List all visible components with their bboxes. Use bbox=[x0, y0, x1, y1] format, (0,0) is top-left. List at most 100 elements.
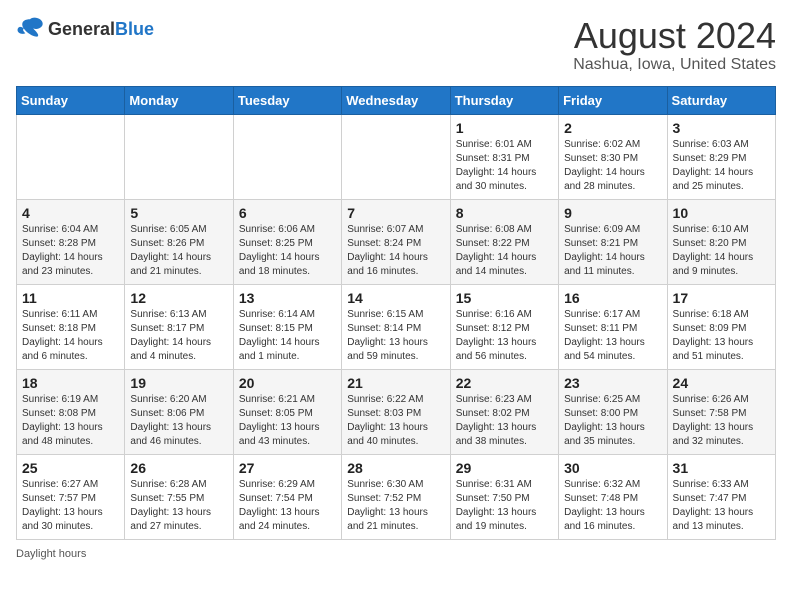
calendar-cell: 20 Sunrise: 6:21 AMSunset: 8:05 PMDayligh… bbox=[233, 369, 341, 454]
calendar-cell: 5Sunrise: 6:05 AMSunset: 8:26 PMDaylight… bbox=[125, 199, 233, 284]
calendar-cell: 26 Sunrise: 6:28 AMSunset: 7:55 PMDayligh… bbox=[125, 454, 233, 539]
day-number: 9 bbox=[564, 205, 661, 221]
calendar-cell: 8Sunrise: 6:08 AMSunset: 8:22 PMDaylight… bbox=[450, 199, 558, 284]
day-info: Sunrise: 6:11 AMSunset: 8:18 PMDaylight:… bbox=[22, 308, 119, 364]
calendar-cell: 6Sunrise: 6:06 AMSunset: 8:25 PMDaylight… bbox=[233, 199, 341, 284]
title-area: August 2024 Nashua, Iowa, United States bbox=[573, 16, 776, 74]
day-info: Sunrise: 6:07 AMSunset: 8:24 PMDaylight:… bbox=[347, 223, 444, 279]
calendar-cell: 18 Sunrise: 6:19 AMSunset: 8:08 PMDayligh… bbox=[17, 369, 125, 454]
calendar-cell: 15 Sunrise: 6:16 AMSunset: 8:12 PMDayligh… bbox=[450, 284, 558, 369]
day-info: Sunrise: 6:32 AMSunset: 7:48 PMDaylight:… bbox=[564, 478, 661, 534]
calendar-cell bbox=[342, 114, 450, 199]
calendar-cell: 10 Sunrise: 6:10 AMSunset: 8:20 PMDayligh… bbox=[667, 199, 775, 284]
day-number: 29 bbox=[456, 460, 553, 476]
header: GeneralBlue August 2024 Nashua, Iowa, Un… bbox=[16, 16, 776, 74]
day-info: Sunrise: 6:20 AMSunset: 8:06 PMDaylight:… bbox=[130, 393, 227, 449]
day-info: Sunrise: 6:03 AMSunset: 8:29 PMDaylight:… bbox=[673, 138, 770, 194]
calendar-week-3: 11 Sunrise: 6:11 AMSunset: 8:18 PMDayligh… bbox=[17, 284, 776, 369]
calendar-cell: 30Sunrise: 6:32 AMSunset: 7:48 PMDayligh… bbox=[559, 454, 667, 539]
day-info: Sunrise: 6:26 AMSunset: 7:58 PMDaylight:… bbox=[673, 393, 770, 449]
day-info: Sunrise: 6:19 AMSunset: 8:08 PMDaylight:… bbox=[22, 393, 119, 449]
logo-general: General bbox=[48, 19, 115, 39]
day-number: 25 bbox=[22, 460, 119, 476]
day-info: Sunrise: 6:04 AMSunset: 8:28 PMDaylight:… bbox=[22, 223, 119, 279]
logo-text: GeneralBlue bbox=[48, 19, 154, 40]
day-number: 5 bbox=[130, 205, 227, 221]
calendar-cell: 28Sunrise: 6:30 AMSunset: 7:52 PMDayligh… bbox=[342, 454, 450, 539]
day-number: 18 bbox=[22, 375, 119, 391]
day-info: Sunrise: 6:16 AMSunset: 8:12 PMDaylight:… bbox=[456, 308, 553, 364]
day-number: 1 bbox=[456, 120, 553, 136]
day-number: 11 bbox=[22, 290, 119, 306]
calendar-cell: 25Sunrise: 6:27 AMSunset: 7:57 PMDayligh… bbox=[17, 454, 125, 539]
day-number: 6 bbox=[239, 205, 336, 221]
day-number: 10 bbox=[673, 205, 770, 221]
day-number: 15 bbox=[456, 290, 553, 306]
calendar-cell: 9 Sunrise: 6:09 AMSunset: 8:21 PMDaylight… bbox=[559, 199, 667, 284]
day-number: 8 bbox=[456, 205, 553, 221]
day-info: Sunrise: 6:13 AMSunset: 8:17 PMDaylight:… bbox=[130, 308, 227, 364]
day-info: Sunrise: 6:33 AMSunset: 7:47 PMDaylight:… bbox=[673, 478, 770, 534]
calendar-cell bbox=[125, 114, 233, 199]
day-number: 14 bbox=[347, 290, 444, 306]
calendar-week-5: 25Sunrise: 6:27 AMSunset: 7:57 PMDayligh… bbox=[17, 454, 776, 539]
calendar-table: SundayMondayTuesdayWednesdayThursdayFrid… bbox=[16, 86, 776, 540]
day-number: 7 bbox=[347, 205, 444, 221]
day-number: 16 bbox=[564, 290, 661, 306]
day-number: 31 bbox=[673, 460, 770, 476]
column-header-monday: Monday bbox=[125, 86, 233, 114]
day-info: Sunrise: 6:14 AMSunset: 8:15 PMDaylight:… bbox=[239, 308, 336, 364]
day-number: 20 bbox=[239, 375, 336, 391]
day-number: 21 bbox=[347, 375, 444, 391]
day-info: Sunrise: 6:22 AMSunset: 8:03 PMDaylight:… bbox=[347, 393, 444, 449]
calendar-header-row: SundayMondayTuesdayWednesdayThursdayFrid… bbox=[17, 86, 776, 114]
column-header-saturday: Saturday bbox=[667, 86, 775, 114]
calendar-week-2: 4Sunrise: 6:04 AMSunset: 8:28 PMDaylight… bbox=[17, 199, 776, 284]
calendar-cell: 11 Sunrise: 6:11 AMSunset: 8:18 PMDayligh… bbox=[17, 284, 125, 369]
day-info: Sunrise: 6:09 AMSunset: 8:21 PMDaylight:… bbox=[564, 223, 661, 279]
calendar-week-4: 18 Sunrise: 6:19 AMSunset: 8:08 PMDayligh… bbox=[17, 369, 776, 454]
day-number: 27 bbox=[239, 460, 336, 476]
day-number: 22 bbox=[456, 375, 553, 391]
day-number: 23 bbox=[564, 375, 661, 391]
column-header-sunday: Sunday bbox=[17, 86, 125, 114]
day-number: 17 bbox=[673, 290, 770, 306]
column-header-wednesday: Wednesday bbox=[342, 86, 450, 114]
calendar-cell: 1Sunrise: 6:01 AMSunset: 8:31 PMDaylight… bbox=[450, 114, 558, 199]
day-info: Sunrise: 6:18 AMSunset: 8:09 PMDaylight:… bbox=[673, 308, 770, 364]
calendar-cell: 7 Sunrise: 6:07 AMSunset: 8:24 PMDaylight… bbox=[342, 199, 450, 284]
day-info: Sunrise: 6:28 AMSunset: 7:55 PMDaylight:… bbox=[130, 478, 227, 534]
main-title: August 2024 bbox=[573, 16, 776, 56]
day-info: Sunrise: 6:23 AMSunset: 8:02 PMDaylight:… bbox=[456, 393, 553, 449]
day-info: Sunrise: 6:31 AMSunset: 7:50 PMDaylight:… bbox=[456, 478, 553, 534]
logo-blue: Blue bbox=[115, 19, 154, 39]
day-number: 3 bbox=[673, 120, 770, 136]
column-header-tuesday: Tuesday bbox=[233, 86, 341, 114]
column-header-thursday: Thursday bbox=[450, 86, 558, 114]
calendar-cell: 23 Sunrise: 6:25 AMSunset: 8:00 PMDayligh… bbox=[559, 369, 667, 454]
calendar-cell: 4Sunrise: 6:04 AMSunset: 8:28 PMDaylight… bbox=[17, 199, 125, 284]
calendar-cell: 27 Sunrise: 6:29 AMSunset: 7:54 PMDayligh… bbox=[233, 454, 341, 539]
day-info: Sunrise: 6:02 AMSunset: 8:30 PMDaylight:… bbox=[564, 138, 661, 194]
day-number: 26 bbox=[130, 460, 227, 476]
calendar-cell: 24Sunrise: 6:26 AMSunset: 7:58 PMDayligh… bbox=[667, 369, 775, 454]
day-info: Sunrise: 6:15 AMSunset: 8:14 PMDaylight:… bbox=[347, 308, 444, 364]
day-info: Sunrise: 6:29 AMSunset: 7:54 PMDaylight:… bbox=[239, 478, 336, 534]
day-info: Sunrise: 6:25 AMSunset: 8:00 PMDaylight:… bbox=[564, 393, 661, 449]
day-info: Sunrise: 6:30 AMSunset: 7:52 PMDaylight:… bbox=[347, 478, 444, 534]
calendar-cell: 14 Sunrise: 6:15 AMSunset: 8:14 PMDayligh… bbox=[342, 284, 450, 369]
day-info: Sunrise: 6:10 AMSunset: 8:20 PMDaylight:… bbox=[673, 223, 770, 279]
calendar-cell: 12 Sunrise: 6:13 AMSunset: 8:17 PMDayligh… bbox=[125, 284, 233, 369]
calendar-cell: 29 Sunrise: 6:31 AMSunset: 7:50 PMDayligh… bbox=[450, 454, 558, 539]
calendar-cell: 22 Sunrise: 6:23 AMSunset: 8:02 PMDayligh… bbox=[450, 369, 558, 454]
daylight-label: Daylight hours bbox=[16, 548, 86, 560]
calendar-cell bbox=[17, 114, 125, 199]
day-info: Sunrise: 6:21 AMSunset: 8:05 PMDaylight:… bbox=[239, 393, 336, 449]
day-number: 19 bbox=[130, 375, 227, 391]
logo: GeneralBlue bbox=[16, 16, 154, 43]
calendar-cell: 3 Sunrise: 6:03 AMSunset: 8:29 PMDaylight… bbox=[667, 114, 775, 199]
day-info: Sunrise: 6:17 AMSunset: 8:11 PMDaylight:… bbox=[564, 308, 661, 364]
calendar-cell: 17 Sunrise: 6:18 AMSunset: 8:09 PMDayligh… bbox=[667, 284, 775, 369]
calendar-cell: 13Sunrise: 6:14 AMSunset: 8:15 PMDayligh… bbox=[233, 284, 341, 369]
day-number: 12 bbox=[130, 290, 227, 306]
